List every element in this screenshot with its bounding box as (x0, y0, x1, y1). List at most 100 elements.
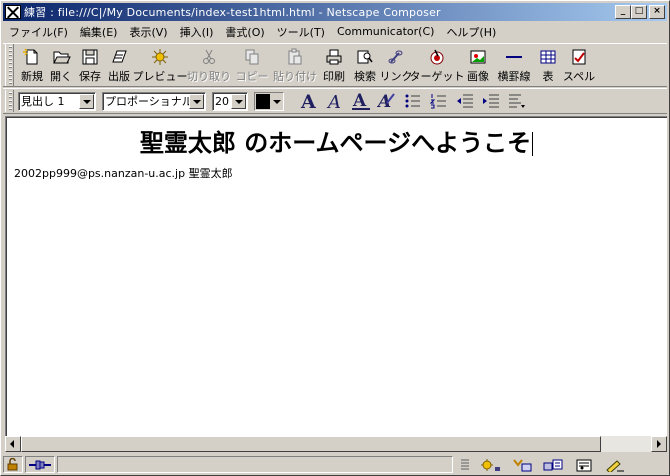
publish-button[interactable]: 出版 (104, 44, 134, 86)
clear-styles-button[interactable]: A (374, 90, 400, 112)
preview-button[interactable]: プレビュー (132, 44, 188, 86)
chevron-down-icon[interactable] (231, 93, 246, 109)
paste-icon (288, 48, 302, 65)
navigator-icon (481, 458, 500, 471)
cut-button-label: 切り取り (187, 70, 231, 83)
link-button[interactable]: リンク (380, 44, 413, 86)
menu-insert[interactable]: 挿入(I) (174, 24, 220, 40)
publish-button-label: 出版 (108, 70, 130, 83)
online-plug-icon (29, 460, 51, 469)
numbered-list-button[interactable] (426, 90, 452, 112)
alignment-button[interactable] (504, 90, 530, 112)
underline-button[interactable]: A (348, 90, 374, 112)
paste-button[interactable]: 貼り付け (272, 44, 318, 86)
find-button[interactable]: 検索 (350, 44, 380, 86)
increase-font-size-button[interactable]: A (296, 90, 322, 112)
security-status[interactable] (3, 456, 23, 473)
table-button-label: 表 (542, 70, 554, 83)
clear-styles-icon: A (377, 92, 395, 111)
menu-tools[interactable]: ツール(T) (271, 24, 331, 40)
link-icon (388, 50, 403, 64)
image-button[interactable]: 画像 (462, 44, 494, 86)
mail-icon (513, 458, 532, 471)
horizontal-line-button-label: 横罫線 (497, 70, 531, 83)
open-button-label: 開く (50, 70, 72, 83)
save-button[interactable]: 保存 (76, 44, 104, 86)
scroll-right-button[interactable] (651, 436, 667, 452)
page-heading[interactable]: 聖霊太郎 のホームページへようこそ (6, 123, 667, 158)
table-button[interactable]: 表 (534, 44, 562, 86)
copy-button[interactable]: コピー (232, 44, 272, 86)
paragraph-style-select[interactable]: 見出し 1 (18, 91, 96, 111)
component-bar (457, 456, 633, 473)
spell-check-icon (572, 49, 586, 65)
horizontal-scrollbar[interactable] (5, 436, 667, 452)
cut-button[interactable]: 切り取り (186, 44, 232, 86)
mailbox-button[interactable] (509, 456, 535, 473)
text-color-swatch (256, 93, 271, 109)
padlock-icon (7, 458, 18, 471)
cut-icon (203, 49, 215, 64)
preview-button-label: プレビュー (132, 70, 188, 83)
close-button[interactable]: × (649, 5, 665, 19)
toolbar-grip[interactable] (5, 44, 14, 86)
print-icon (326, 49, 342, 65)
scrollbar-track[interactable] (601, 436, 651, 452)
svg-text:A: A (300, 91, 316, 111)
component-bar-grip[interactable] (457, 456, 473, 473)
scrollbar-thumb[interactable] (21, 436, 601, 452)
publish-icon (112, 50, 127, 63)
font-value: プロポーショナル (105, 95, 189, 108)
paste-button-label: 貼り付け (273, 70, 317, 83)
menu-file[interactable]: ファイル(F) (3, 24, 74, 40)
text-caret (532, 132, 534, 156)
print-button-label: 印刷 (323, 70, 345, 83)
chevron-down-icon[interactable] (79, 93, 94, 109)
italic-button[interactable]: A (322, 90, 348, 112)
horizontal-line-button[interactable]: 横罫線 (494, 44, 534, 86)
composer-button[interactable] (602, 456, 628, 473)
formatting-toolbar: 見出し 1 プロポーショナル 20 A A A A (3, 88, 667, 114)
editor-area[interactable]: 聖霊太郎 のホームページへようこそ 2002pp999@ps.nanzan-u.… (5, 116, 667, 436)
increase-indent-button[interactable] (478, 90, 504, 112)
horizontal-line-icon (506, 56, 522, 58)
new-button[interactable]: 新規 (18, 44, 46, 86)
target-button[interactable]: ターゲット (410, 44, 465, 86)
image-button-label: 画像 (467, 70, 489, 83)
menu-bar: ファイル(F) 編集(E) 表示(V) 挿入(I) 書式(O) ツール(T) C… (3, 22, 667, 41)
navigator-button[interactable] (478, 456, 504, 473)
composer-pen-icon (606, 459, 624, 472)
connection-status[interactable] (25, 456, 55, 473)
menu-communicator[interactable]: Communicator(C) (331, 25, 440, 38)
title-bar[interactable]: 練習 : file:///C|/My Documents/index-test1… (3, 3, 667, 21)
composer-app-icon[interactable] (5, 5, 21, 19)
menu-format[interactable]: 書式(O) (219, 24, 270, 40)
menu-view[interactable]: 表示(V) (123, 24, 173, 40)
chevron-down-icon[interactable] (189, 93, 204, 109)
address-book-button[interactable] (571, 456, 597, 473)
new-file-icon (23, 48, 38, 65)
address-book-icon (576, 459, 592, 471)
maximize-button[interactable]: □ (631, 5, 647, 19)
spell-check-button-label: スペル (562, 70, 596, 83)
minimize-button[interactable]: _ (615, 5, 631, 19)
open-button[interactable]: 開く (46, 44, 76, 86)
outdent-icon (457, 94, 473, 108)
chevron-down-icon[interactable] (270, 94, 283, 109)
discussion-groups-button[interactable] (540, 456, 566, 473)
bullet-list-button[interactable] (400, 90, 426, 112)
format-toolbar-grip[interactable] (5, 90, 14, 112)
print-button[interactable]: 印刷 (318, 44, 350, 86)
decrease-indent-button[interactable] (452, 90, 478, 112)
text-color-picker[interactable] (254, 91, 284, 111)
body-text-line[interactable]: 2002pp999@ps.nanzan-u.ac.jp 聖霊太郎 (14, 165, 233, 181)
font-select[interactable]: プロポーショナル (102, 91, 206, 111)
font-size-select[interactable]: 20 (212, 91, 248, 111)
menu-edit[interactable]: 編集(E) (74, 24, 124, 40)
scroll-left-button[interactable] (5, 436, 21, 452)
copy-button-label: コピー (235, 70, 269, 83)
grip-icon (461, 459, 469, 469)
spell-check-button[interactable]: スペル (562, 44, 596, 86)
save-button-label: 保存 (79, 70, 101, 83)
menu-help[interactable]: ヘルプ(H) (440, 24, 502, 40)
